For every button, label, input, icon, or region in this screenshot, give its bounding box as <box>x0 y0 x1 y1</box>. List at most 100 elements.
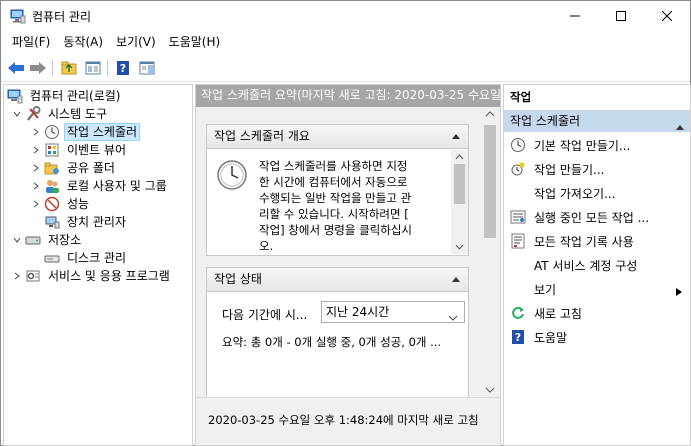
tree-root[interactable]: 컴퓨터 관리(로컬) <box>7 87 123 105</box>
minimize-button[interactable] <box>552 1 598 31</box>
refresh-icon <box>510 305 526 321</box>
close-button[interactable] <box>644 1 690 31</box>
blank-icon <box>510 185 526 201</box>
up-one-level-button[interactable] <box>59 58 79 78</box>
tree-root-label: 컴퓨터 관리(로컬) <box>30 89 121 103</box>
actions-group-header[interactable]: 작업 스케줄러 <box>504 111 690 132</box>
show-hide-action-pane-button[interactable] <box>137 58 157 78</box>
event-viewer-icon <box>44 142 60 158</box>
folder-up-icon <box>61 61 77 75</box>
title-bar: 컴퓨터 관리 <box>1 1 690 31</box>
toolbar-separator <box>52 59 53 77</box>
period-select-value: 지난 24시간 <box>326 305 390 319</box>
action-view[interactable]: 보기 <box>504 277 690 301</box>
maximize-icon <box>616 11 626 21</box>
tree-label: 로컬 사용자 및 그룹 <box>67 179 167 193</box>
help-book-icon: ? <box>117 61 129 75</box>
tree-item-event-viewer[interactable]: 이벤트 뷰어 <box>30 141 129 159</box>
action-label: 보기 <box>534 282 557 297</box>
overview-line: 오. <box>259 239 274 253</box>
action-refresh[interactable]: 새로 고침 <box>504 301 690 325</box>
action-help[interactable]: ? 도움말 <box>504 325 690 349</box>
menu-action[interactable]: 동작(A) <box>58 32 108 52</box>
chevron-right-icon[interactable] <box>11 270 23 282</box>
tree-item-disk-management[interactable]: 디스크 관리 <box>44 249 129 267</box>
action-label: 실행 중인 모든 작업 ... <box>534 210 650 225</box>
menu-file[interactable]: 파일(F) <box>7 32 55 52</box>
tree-item-shared-folders[interactable]: 공유 폴더 <box>30 159 118 177</box>
tree-item-local-users[interactable]: 로컬 사용자 및 그룹 <box>30 177 170 195</box>
scroll-down-icon <box>455 244 464 250</box>
task-status-section-header[interactable]: 작업 상태 <box>207 268 468 292</box>
action-enable-all-history[interactable]: 모든 작업 기록 사용 <box>504 229 690 253</box>
task-scheduler-clock-icon <box>216 159 248 191</box>
last-refresh-text: 2020-03-25 수요일 오후 1:48:24에 마지막 새로 고침 <box>208 413 479 427</box>
back-button[interactable] <box>6 58 26 78</box>
blank-icon <box>510 257 526 273</box>
console-tree: 컴퓨터 관리(로컬) 시스템 도구 작업 스케줄러 이벤트 뷰어 공유 폴더 로… <box>3 84 193 446</box>
back-arrow-icon <box>8 62 24 74</box>
period-label: 다음 기간에 시... <box>222 308 308 322</box>
chevron-right-icon[interactable] <box>30 198 42 210</box>
actions-title: 작업 <box>504 85 690 111</box>
action-import-task[interactable]: 작업 가져오기... <box>504 181 690 205</box>
new-task-icon <box>510 161 526 177</box>
summary-scrollbar[interactable] <box>480 107 500 397</box>
toolbar-separator <box>107 59 108 77</box>
tree-item-services-apps[interactable]: 서비스 및 응용 프로그램 <box>11 267 173 285</box>
chevron-right-icon[interactable] <box>30 162 42 174</box>
tree-label: 디스크 관리 <box>67 251 127 265</box>
collapse-up-icon[interactable] <box>450 273 462 285</box>
chevron-right-icon[interactable] <box>30 126 42 138</box>
tree-label: 저장소 <box>48 233 82 247</box>
storage-icon <box>25 232 41 248</box>
help-icon: ? <box>510 329 526 345</box>
show-hide-tree-button[interactable] <box>83 58 103 78</box>
users-icon <box>44 178 60 194</box>
computer-management-window: 컴퓨터 관리 파일(F) 동작(A) 보기(V) 도움말(H) ? 컴퓨터 관리… <box>0 0 691 446</box>
tree-item-storage[interactable]: 저장소 <box>11 231 84 249</box>
summary-header: 작업 스케줄러 요약(마지막 새로 고침: 2020-03-25 수요일 <box>196 85 500 107</box>
overview-scrollbar[interactable] <box>451 150 468 254</box>
period-select[interactable]: 지난 24시간 <box>321 301 465 323</box>
svg-text:?: ? <box>515 331 521 344</box>
action-at-service-account[interactable]: AT 서비스 계정 구성 <box>504 253 690 277</box>
scroll-thumb[interactable] <box>484 125 496 238</box>
task-status-section-title: 작업 상태 <box>214 272 262 286</box>
tree-item-device-manager[interactable]: 장치 관리자 <box>44 213 129 231</box>
performance-icon <box>44 196 60 212</box>
tree-item-performance[interactable]: 성능 <box>30 195 92 213</box>
menu-view[interactable]: 보기(V) <box>111 32 161 52</box>
forward-button[interactable] <box>28 58 48 78</box>
action-create-basic-task[interactable]: 기본 작업 만들기... <box>504 133 690 157</box>
help-button[interactable]: ? <box>113 58 133 78</box>
tree-item-task-scheduler[interactable]: 작업 스케줄러 <box>30 123 141 141</box>
chevron-right-icon[interactable] <box>30 180 42 192</box>
tree-label: 시스템 도구 <box>48 107 108 121</box>
action-create-task[interactable]: 작업 만들기... <box>504 157 690 181</box>
overview-line: 수행되는 일반 작업을 만들고 관 <box>259 191 412 205</box>
chevron-right-icon[interactable] <box>30 144 42 156</box>
action-label: AT 서비스 계정 구성 <box>534 258 638 273</box>
tree-label: 이벤트 뷰어 <box>67 143 127 157</box>
overview-section-header[interactable]: 작업 스케줄러 개요 <box>207 125 468 149</box>
minimize-icon <box>570 15 580 17</box>
scroll-thumb <box>454 164 465 204</box>
action-show-running-tasks[interactable]: 실행 중인 모든 작업 ... <box>504 205 690 229</box>
action-label: 새로 고침 <box>534 306 582 321</box>
status-summary: 요약: 총 0개 - 0개 실행 중, 0개 성공, 0개 ... <box>222 335 442 349</box>
chevron-down-icon[interactable] <box>11 234 23 246</box>
chevron-down-icon <box>448 308 458 328</box>
task-scheduler-summary-pane: 작업 스케줄러 요약(마지막 새로 고침: 2020-03-25 수요일 작업 … <box>195 84 501 446</box>
chevron-down-icon[interactable] <box>11 108 23 120</box>
action-label: 작업 만들기... <box>534 162 605 177</box>
collapse-up-icon[interactable] <box>450 130 462 142</box>
clock-icon <box>44 124 60 140</box>
clock-icon <box>510 137 526 153</box>
menu-bar: 파일(F) 동작(A) 보기(V) 도움말(H) <box>1 31 690 53</box>
scroll-up-icon <box>455 154 464 160</box>
disk-management-icon <box>44 250 60 266</box>
maximize-button[interactable] <box>598 1 644 31</box>
tree-item-system-tools[interactable]: 시스템 도구 <box>11 105 110 123</box>
menu-help[interactable]: 도움말(H) <box>164 32 226 52</box>
